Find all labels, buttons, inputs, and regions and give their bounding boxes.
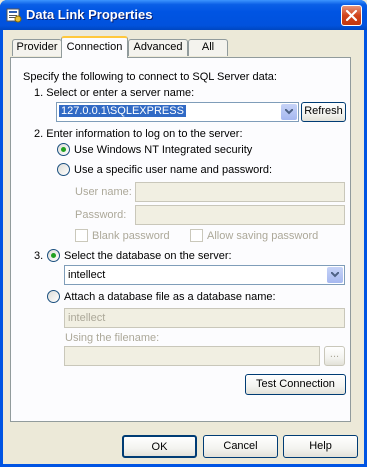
filename-input[interactable] bbox=[64, 346, 320, 366]
server-name-value[interactable]: 127.0.0.1\SQLEXPRESS bbox=[59, 105, 186, 117]
dialog-client: Provider Connection Advanced All Specify… bbox=[3, 30, 364, 464]
browse-button[interactable]: ... bbox=[324, 346, 345, 366]
username-input[interactable] bbox=[135, 182, 345, 202]
allow-saving-checkbox[interactable] bbox=[190, 229, 203, 242]
server-dropdown-button[interactable] bbox=[281, 104, 297, 120]
tab-label: Connection bbox=[66, 41, 123, 53]
intro-text: Specify the following to connect to SQL … bbox=[23, 71, 277, 83]
radio-select-database-label[interactable]: Select the database on the server: bbox=[64, 250, 232, 262]
radio-attach-file[interactable] bbox=[47, 290, 60, 303]
help-button[interactable]: Help bbox=[283, 435, 358, 458]
step2-label: 2. Enter information to log on to the se… bbox=[34, 128, 243, 140]
blank-password-checkbox[interactable] bbox=[75, 229, 88, 242]
connection-panel: Specify the following to connect to SQL … bbox=[10, 57, 351, 422]
cancel-label: Cancel bbox=[223, 440, 258, 452]
step1-label: 1. Select or enter a server name: bbox=[34, 87, 195, 99]
password-label: Password: bbox=[75, 209, 127, 221]
blank-password-label[interactable]: Blank password bbox=[92, 230, 170, 242]
data-link-icon bbox=[6, 8, 22, 23]
radio-selected-dot bbox=[51, 253, 56, 258]
dialog-window: Data Link Properties Provider Connection… bbox=[0, 0, 367, 467]
radio-nt-label[interactable]: Use Windows NT Integrated security bbox=[74, 144, 252, 156]
username-label: User name: bbox=[75, 186, 132, 198]
radio-specific-user[interactable] bbox=[57, 163, 70, 176]
radio-specific-label[interactable]: Use a specific user name and password: bbox=[74, 164, 272, 176]
radio-selected-dot bbox=[61, 147, 66, 152]
radio-attach-label[interactable]: Attach a database file as a database nam… bbox=[64, 291, 276, 303]
refresh-button[interactable]: Refresh bbox=[301, 102, 346, 122]
test-connection-label: Test Connection bbox=[256, 378, 335, 390]
tab-provider[interactable]: Provider bbox=[12, 39, 62, 56]
attach-name-value: intellect bbox=[68, 312, 106, 324]
radio-select-database[interactable] bbox=[47, 249, 60, 262]
tab-label: Advanced bbox=[133, 41, 183, 53]
close-button[interactable] bbox=[341, 5, 362, 26]
test-connection-button[interactable]: Test Connection bbox=[245, 374, 346, 395]
server-name-combo[interactable]: 127.0.0.1\SQLEXPRESS bbox=[56, 102, 299, 122]
password-input[interactable] bbox=[135, 205, 345, 225]
cancel-button[interactable]: Cancel bbox=[203, 435, 278, 458]
ok-label: OK bbox=[151, 441, 168, 453]
chevron-down-icon bbox=[331, 272, 339, 278]
tab-all[interactable]: All bbox=[188, 39, 228, 56]
title-bar[interactable]: Data Link Properties bbox=[0, 0, 367, 30]
step3-number: 3. bbox=[34, 250, 44, 262]
help-label: Help bbox=[309, 440, 332, 452]
close-icon bbox=[345, 9, 358, 22]
window-title: Data Link Properties bbox=[26, 7, 153, 22]
allow-saving-label[interactable]: Allow saving password bbox=[207, 230, 318, 242]
browse-label: ... bbox=[329, 348, 340, 360]
ok-button[interactable]: OK bbox=[122, 435, 197, 458]
chevron-down-icon bbox=[285, 109, 293, 115]
using-filename-label: Using the filename: bbox=[65, 332, 160, 344]
tab-connection[interactable]: Connection bbox=[61, 36, 128, 58]
tab-label: All bbox=[201, 41, 215, 53]
radio-nt-security[interactable] bbox=[57, 143, 70, 156]
tab-advanced[interactable]: Advanced bbox=[128, 39, 188, 56]
database-value[interactable]: intellect bbox=[68, 269, 105, 281]
database-dropdown-button[interactable] bbox=[327, 267, 343, 283]
attach-name-input[interactable]: intellect bbox=[64, 308, 345, 328]
database-combo[interactable]: intellect bbox=[64, 265, 345, 285]
tab-label: Provider bbox=[16, 41, 58, 53]
refresh-label: Refresh bbox=[304, 105, 343, 117]
